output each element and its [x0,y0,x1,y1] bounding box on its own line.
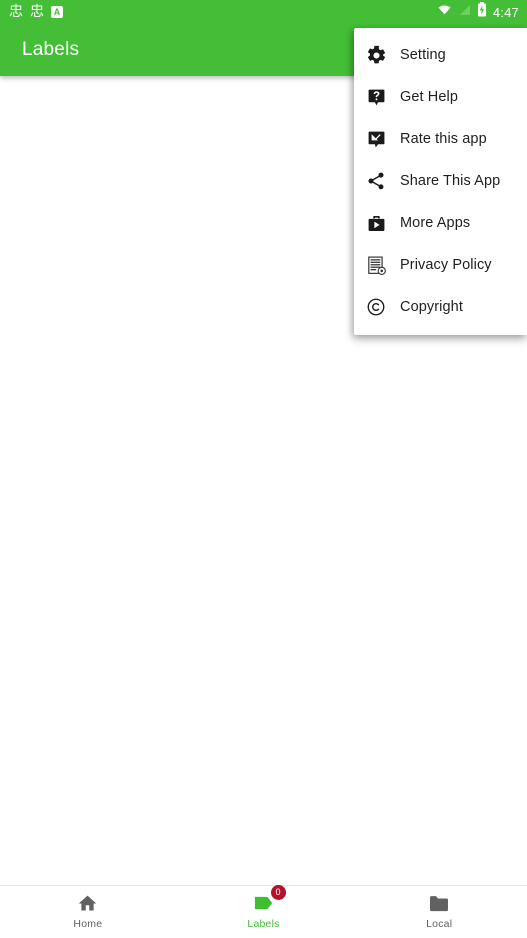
nav-item-local[interactable]: Local [351,886,527,930]
help-badge-icon [364,85,388,109]
rate-review-icon [364,127,388,151]
notification-glyph-2: 忠 [30,4,44,20]
nav-item-label: Local [426,918,453,930]
status-bar-left: 忠 忠 A [0,5,63,19]
menu-item-label: More Apps [400,215,471,231]
gear-icon [364,43,388,67]
folder-icon [426,892,452,914]
battery-icon [477,2,487,22]
menu-item-label: Share This App [400,173,501,189]
page-title: Labels [22,39,80,60]
business-center-play-icon [364,211,388,235]
nav-item-label: Labels [247,918,280,930]
menu-item-label: Rate this app [400,131,487,147]
signal-off-icon [459,3,471,22]
wifi-icon [436,3,453,21]
home-icon [75,892,101,914]
policy-document-icon [364,253,388,277]
nav-item-labels[interactable]: 0 Labels [176,885,352,930]
alarm-badge-icon: A [51,6,63,18]
menu-item-privacy-policy[interactable]: Privacy Policy [354,244,527,286]
label-tag-icon: 0 [251,885,286,914]
menu-item-label: Setting [400,47,446,63]
copyright-icon [364,295,388,319]
nav-item-home[interactable]: Home [0,886,176,930]
status-bar-clock: 4:47 [492,4,519,20]
menu-item-copyright[interactable]: Copyright [354,286,527,328]
menu-item-label: Get Help [400,89,459,105]
labels-count-badge: 0 [270,885,286,900]
menu-item-get-help[interactable]: Get Help [354,76,527,118]
share-icon [364,169,388,193]
nav-item-label: Home [73,918,103,930]
menu-item-setting[interactable]: Setting [354,34,527,76]
menu-item-share-this-app[interactable]: Share This App [354,160,527,202]
menu-item-rate-this-app[interactable]: Rate this app [354,118,527,160]
status-bar-right: 4:47 [436,2,527,22]
menu-item-label: Copyright [400,299,463,315]
app-screen: 忠 忠 A 4:47 Labels Setting Get Help Rate … [0,0,527,938]
notification-glyph-1: 忠 [9,4,23,20]
bottom-navigation-bar: Home 0 Labels Local [0,885,527,938]
status-bar: 忠 忠 A 4:47 [0,0,527,24]
overflow-menu[interactable]: Setting Get Help Rate this app Share Thi… [354,28,527,335]
menu-item-more-apps[interactable]: More Apps [354,202,527,244]
menu-item-label: Privacy Policy [400,257,492,273]
